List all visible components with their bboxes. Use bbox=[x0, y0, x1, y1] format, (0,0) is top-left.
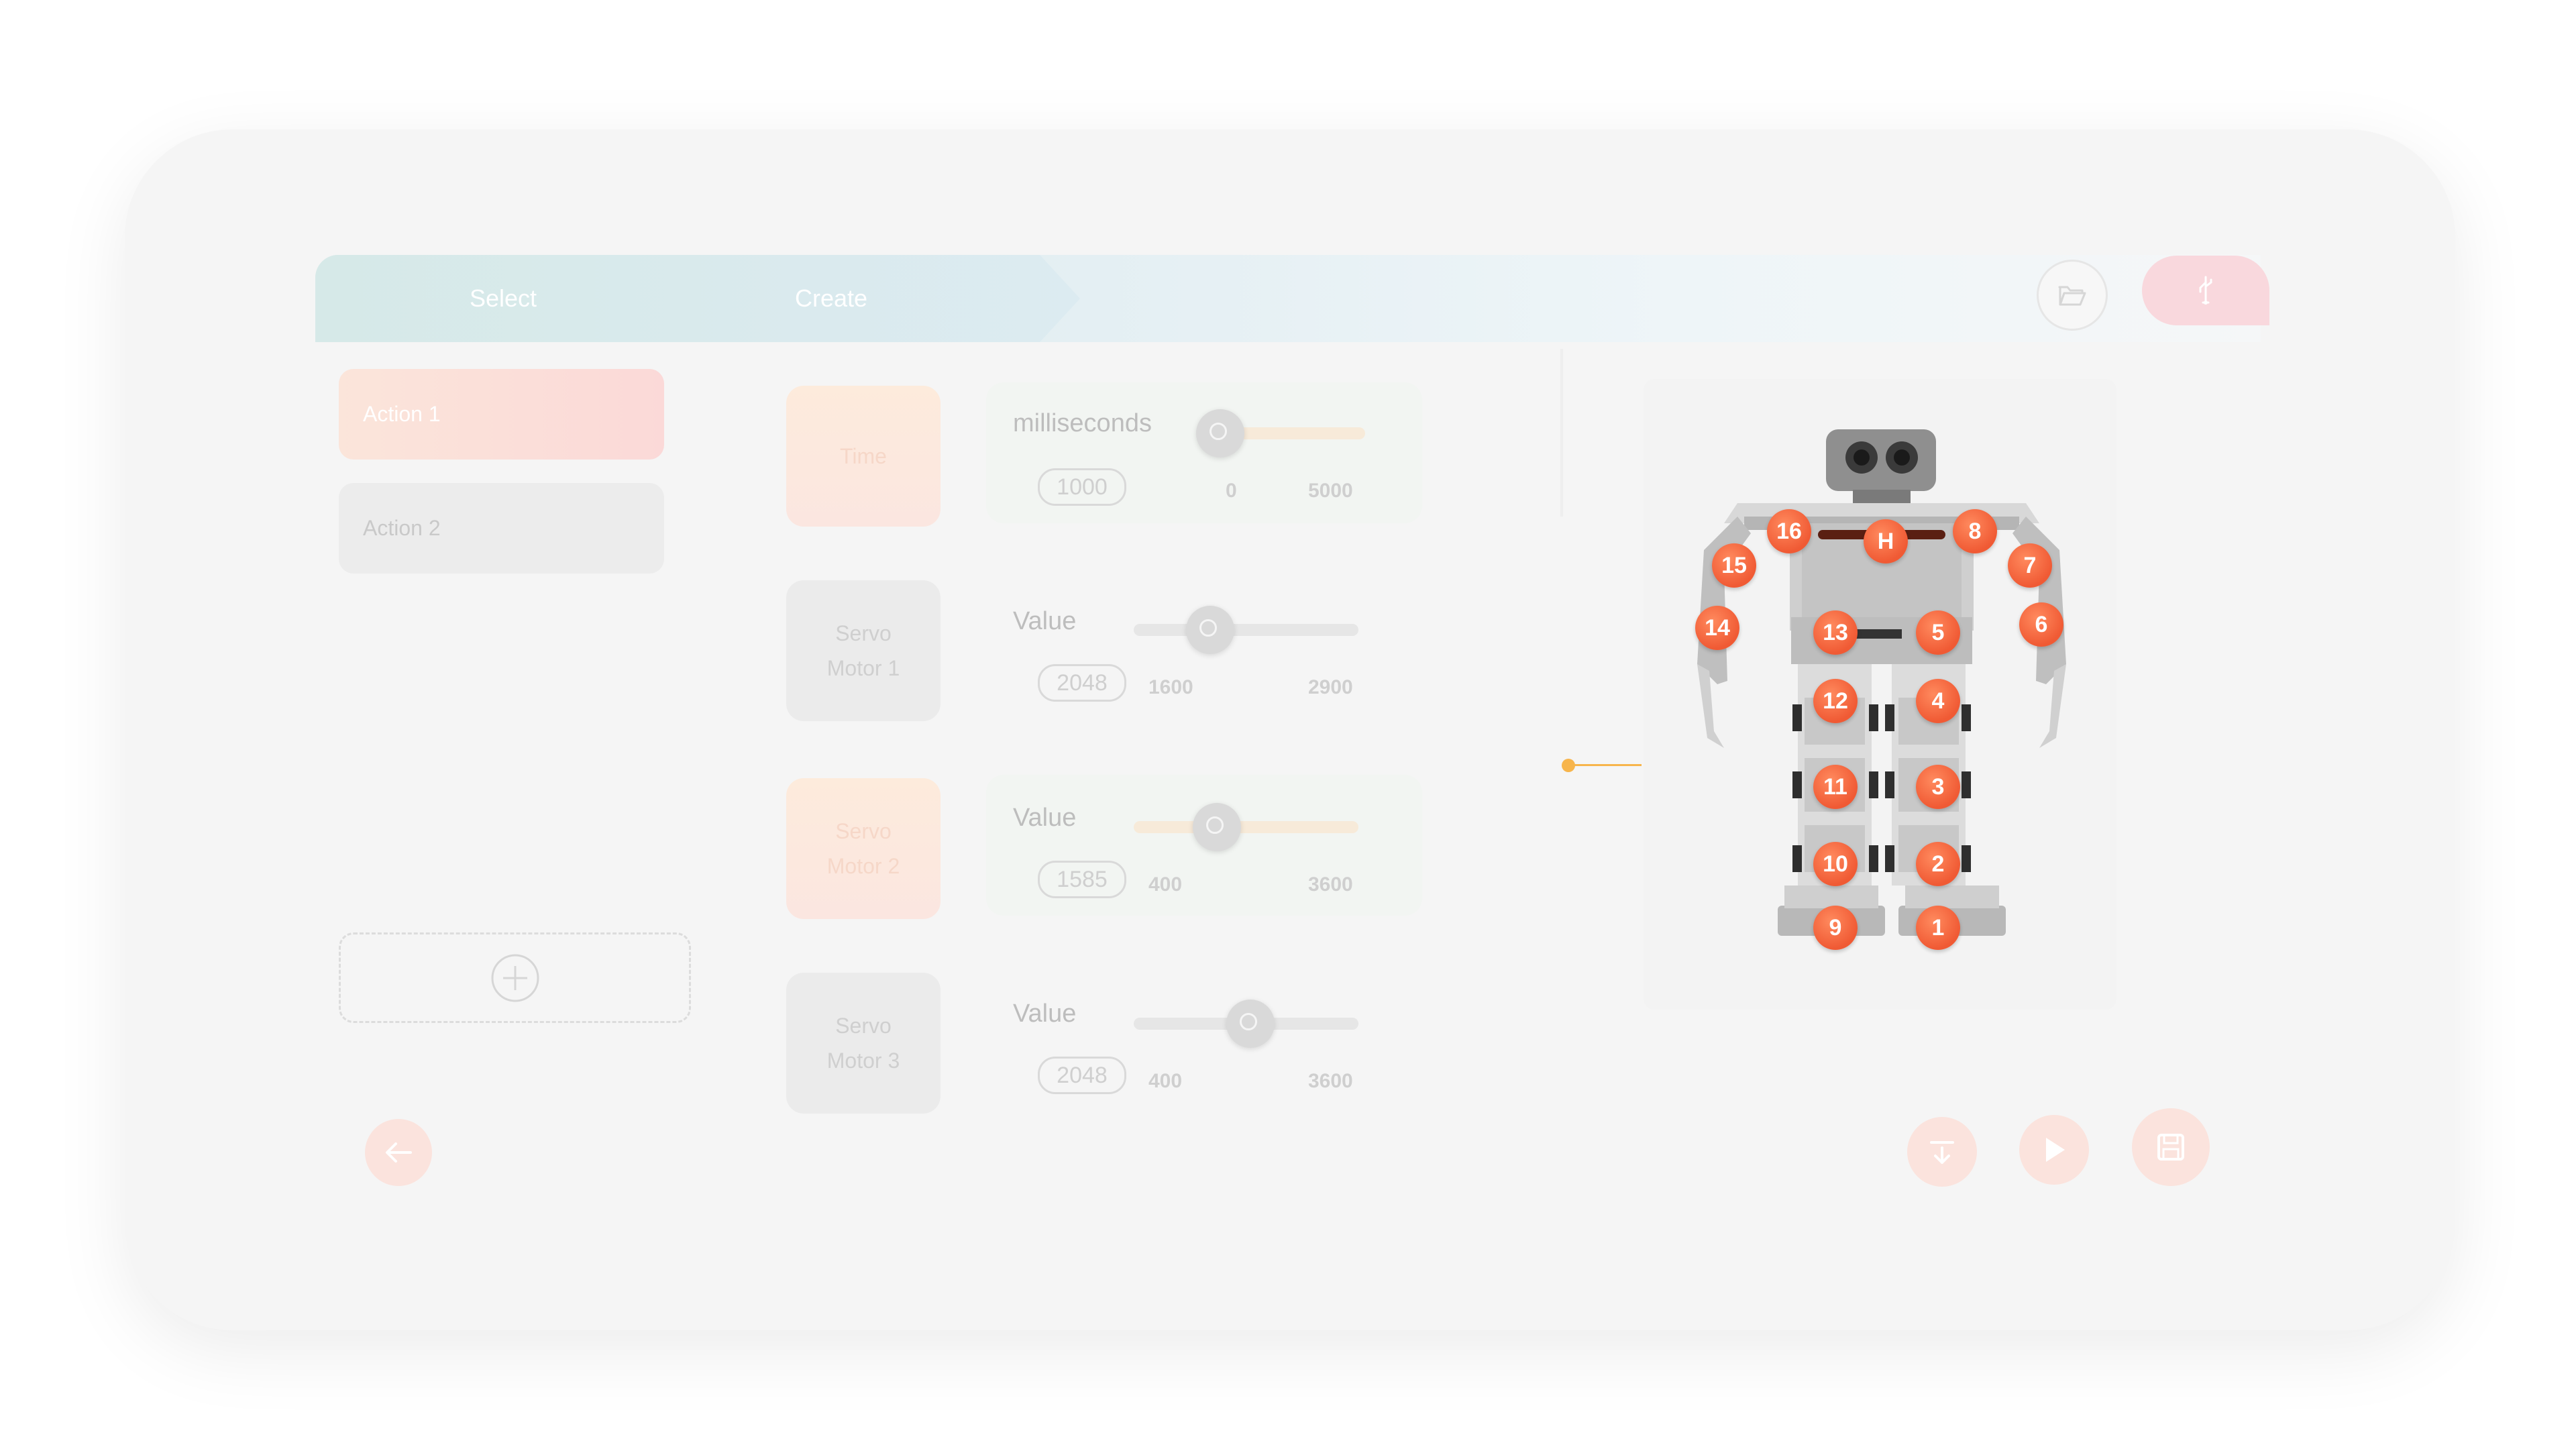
time-slider-min: 0 bbox=[1226, 480, 1237, 502]
robot-connector-dot bbox=[1562, 759, 1575, 772]
tab-create[interactable]: Create bbox=[795, 255, 867, 342]
servo-3-slider-max: 3600 bbox=[1308, 1070, 1353, 1092]
joint-10[interactable]: 10 bbox=[1813, 842, 1858, 886]
row-title-servo-2: Value bbox=[1013, 804, 1077, 832]
usb-connect-button[interactable] bbox=[2142, 256, 2269, 325]
joint-4[interactable]: 4 bbox=[1916, 679, 1960, 723]
row-card-servo-1[interactable]: Servo Motor 1 bbox=[786, 580, 941, 721]
row-title-servo-1: Value bbox=[1013, 607, 1077, 635]
joint-1[interactable]: 1 bbox=[1916, 906, 1960, 950]
save-button[interactable] bbox=[2132, 1108, 2210, 1186]
servo-2-slider-max: 3600 bbox=[1308, 873, 1353, 896]
row-card-servo-2[interactable]: Servo Motor 2 bbox=[786, 778, 941, 919]
joint-14[interactable]: 14 bbox=[1695, 606, 1739, 650]
back-button[interactable] bbox=[365, 1119, 432, 1186]
joint-H[interactable]: H bbox=[1864, 519, 1908, 564]
servo-3-slider-min: 400 bbox=[1148, 1070, 1183, 1092]
joint-11[interactable]: 11 bbox=[1813, 765, 1858, 809]
joint-3[interactable]: 3 bbox=[1916, 765, 1960, 809]
row-title-servo-3: Value bbox=[1013, 1000, 1077, 1028]
servo-1-value-input[interactable]: 2048 bbox=[1038, 664, 1126, 702]
folder-open-icon bbox=[2058, 286, 2086, 306]
time-value-input[interactable]: 1000 bbox=[1038, 468, 1126, 506]
tab-arrow-background bbox=[315, 255, 1080, 342]
open-folder-button[interactable] bbox=[2037, 260, 2108, 331]
joint-6[interactable]: 6 bbox=[2019, 602, 2063, 647]
usb-icon bbox=[2199, 276, 2212, 305]
joint-5[interactable]: 5 bbox=[1916, 610, 1960, 655]
joint-16[interactable]: 16 bbox=[1767, 509, 1811, 553]
joint-12[interactable]: 12 bbox=[1813, 679, 1858, 723]
servo-1-slider-min: 1600 bbox=[1148, 676, 1193, 698]
servo-1-slider-track[interactable] bbox=[1134, 624, 1358, 636]
row-card-time[interactable]: Time bbox=[786, 386, 941, 527]
robot-connector-line bbox=[1568, 764, 1642, 766]
servo-2-value-input[interactable]: 1585 bbox=[1038, 861, 1126, 898]
servo-3-slider-knob[interactable] bbox=[1226, 1000, 1275, 1048]
joint-9[interactable]: 9 bbox=[1813, 906, 1858, 950]
add-action-button[interactable] bbox=[339, 932, 691, 1023]
play-button[interactable] bbox=[2019, 1115, 2089, 1185]
row-card-servo-3[interactable]: Servo Motor 3 bbox=[786, 973, 941, 1114]
row-title-time: milliseconds bbox=[1013, 409, 1152, 437]
servo-2-slider-track[interactable] bbox=[1134, 821, 1358, 833]
download-icon bbox=[1930, 1141, 1954, 1164]
time-slider-knob[interactable] bbox=[1195, 409, 1244, 458]
joint-13[interactable]: 13 bbox=[1813, 610, 1858, 655]
servo-2-slider-min: 400 bbox=[1148, 873, 1183, 896]
joint-2[interactable]: 2 bbox=[1916, 842, 1960, 886]
time-slider-max: 5000 bbox=[1308, 480, 1353, 502]
play-icon bbox=[2046, 1138, 2065, 1162]
joint-8[interactable]: 8 bbox=[1953, 509, 1997, 553]
panel-divider bbox=[1560, 349, 1563, 517]
servo-1-slider-knob[interactable] bbox=[1185, 606, 1234, 654]
servo-2-slider-knob[interactable] bbox=[1192, 803, 1241, 851]
servo-1-slider-max: 2900 bbox=[1308, 676, 1353, 698]
robot-illustration bbox=[1697, 429, 2066, 936]
joint-7[interactable]: 7 bbox=[2008, 543, 2052, 588]
save-icon bbox=[2157, 1134, 2184, 1161]
download-button[interactable] bbox=[1907, 1117, 1977, 1187]
action-item-2[interactable]: Action 2 bbox=[339, 483, 664, 574]
arrow-left-icon bbox=[386, 1142, 412, 1163]
plus-circle-icon bbox=[491, 954, 539, 1002]
joint-15[interactable]: 15 bbox=[1712, 543, 1756, 588]
servo-3-value-input[interactable]: 2048 bbox=[1038, 1057, 1126, 1094]
tab-select[interactable]: Select bbox=[470, 255, 537, 342]
action-item-1[interactable]: Action 1 bbox=[339, 369, 664, 460]
